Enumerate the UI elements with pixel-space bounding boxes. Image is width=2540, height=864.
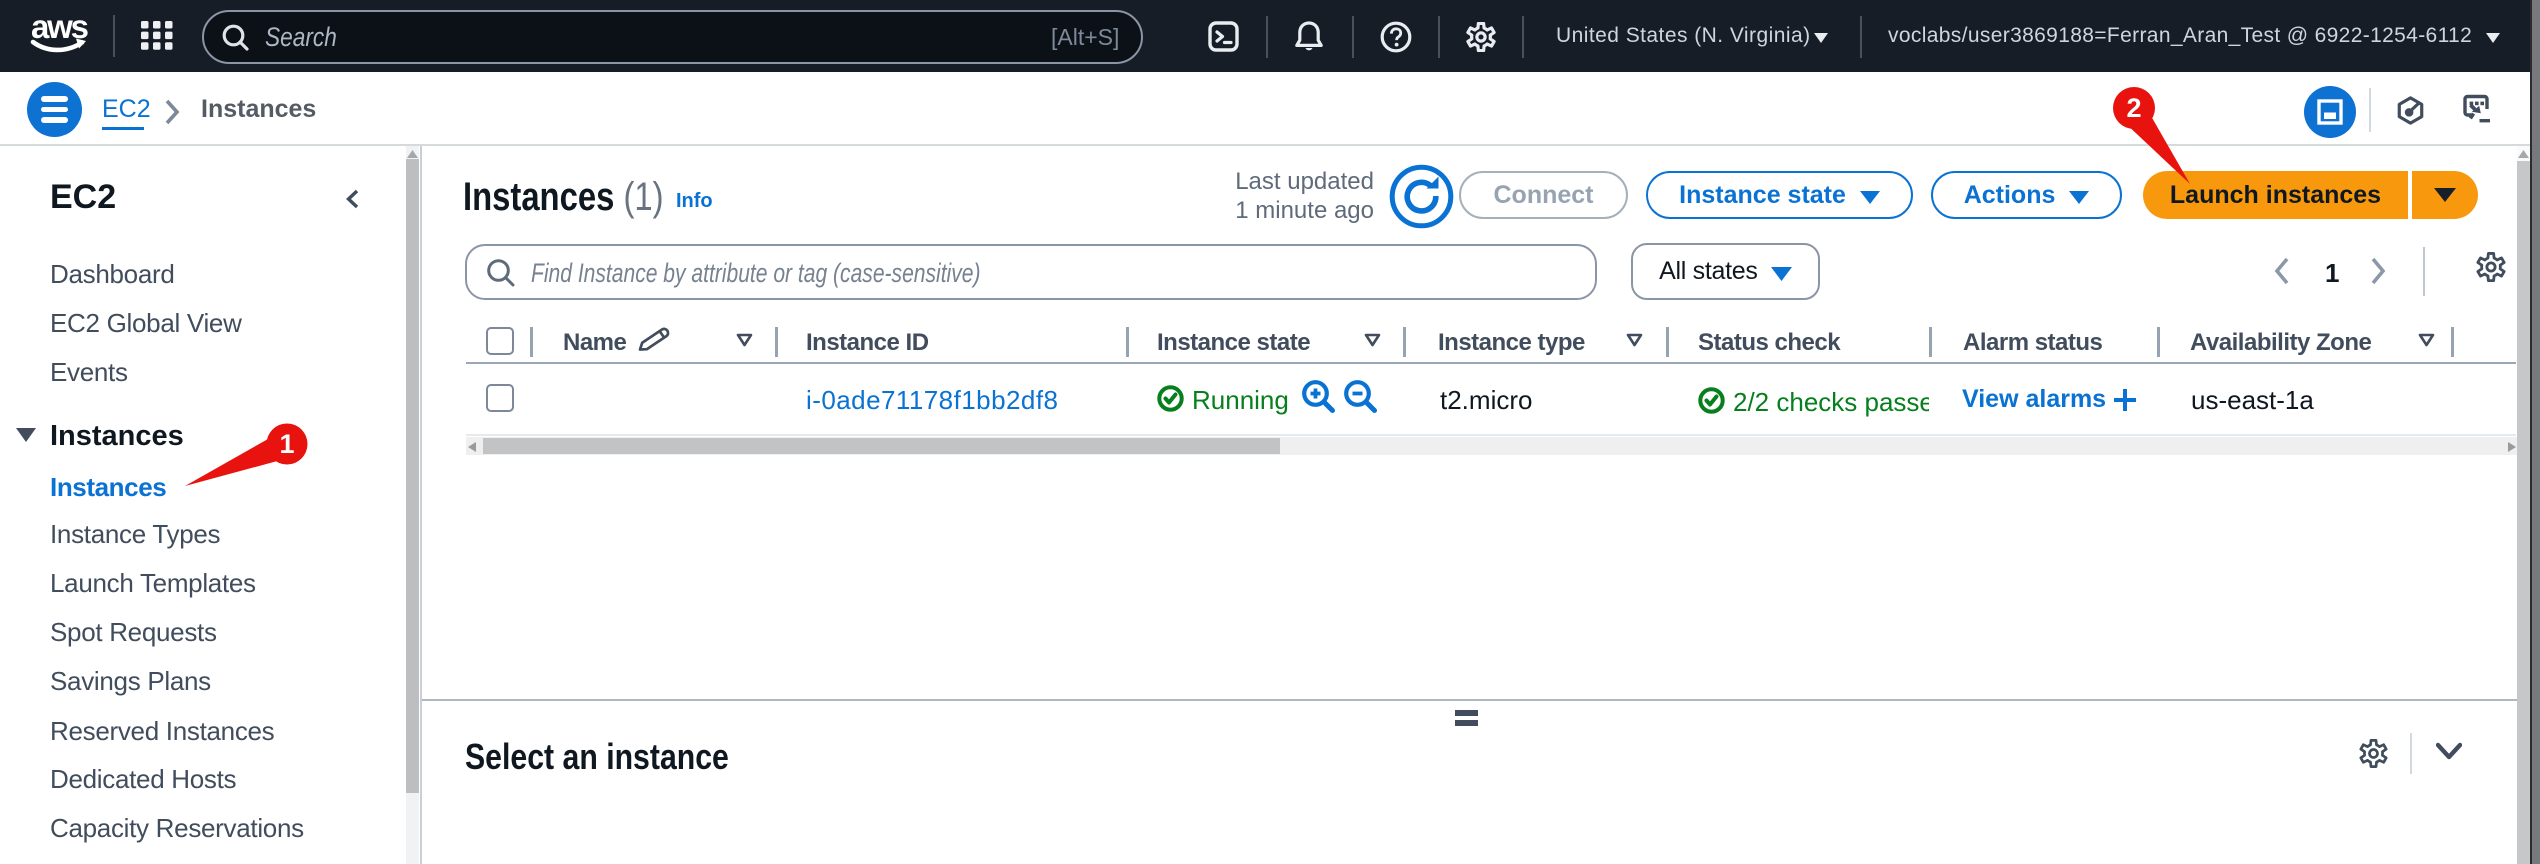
svg-text:2: 2 bbox=[2126, 93, 2141, 123]
svg-text:1: 1 bbox=[279, 429, 294, 459]
